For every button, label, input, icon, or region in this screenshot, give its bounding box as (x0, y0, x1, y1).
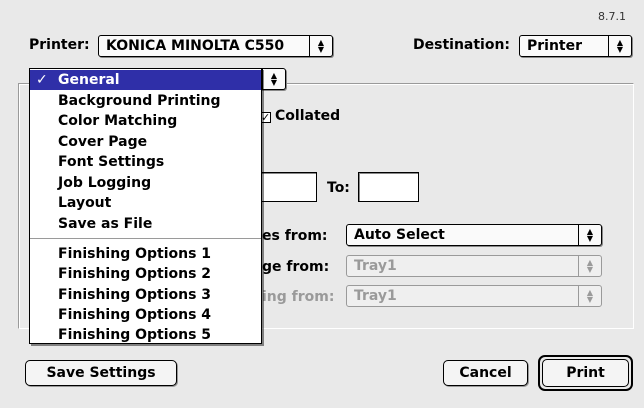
menu-item-cover-page[interactable]: Cover Page (30, 132, 261, 152)
paper-source-popup-2-value: Tray1 (354, 258, 397, 274)
menu-item-save-as-file[interactable]: Save as File (30, 214, 261, 234)
up-down-arrows-icon: ▲ ▼ (262, 69, 285, 89)
paper-source-popup-1-value: Auto Select (354, 227, 445, 243)
up-down-arrows-icon: ▲ ▼ (309, 36, 332, 56)
printer-popup-value: KONICA MINOLTA C550 (106, 38, 285, 54)
menu-item-finishing-options-5[interactable]: Finishing Options 5 (30, 325, 261, 345)
menu-item-finishing-options-4[interactable]: Finishing Options 4 (30, 305, 261, 325)
menu-item-background-printing[interactable]: Background Printing (30, 91, 261, 111)
paper-source-row2-label: ge from: (262, 259, 330, 275)
menu-item-general[interactable]: ✓ General (30, 70, 261, 90)
paper-source-popup-3[interactable]: Tray1 ▲ ▼ (346, 285, 602, 307)
pages-from-field[interactable] (260, 172, 317, 202)
collated-label: Collated (275, 108, 341, 124)
destination-popup[interactable]: Printer ▲ ▼ (519, 35, 632, 57)
menu-item-font-settings[interactable]: Font Settings (30, 152, 261, 172)
up-down-arrows-icon: ▲ ▼ (578, 286, 601, 306)
printer-popup[interactable]: KONICA MINOLTA C550 ▲ ▼ (98, 35, 333, 57)
up-down-arrows-icon: ▲ ▼ (578, 256, 601, 276)
printer-label: Printer: (29, 37, 90, 53)
paper-source-row1-label: es from: (262, 228, 328, 244)
paper-source-row3-label: ing from: (262, 289, 335, 305)
up-down-arrows-icon: ▲ ▼ (608, 36, 631, 56)
up-down-arrows-icon: ▲ ▼ (578, 225, 601, 245)
paper-source-popup-1[interactable]: Auto Select ▲ ▼ (346, 224, 602, 246)
cancel-button[interactable]: Cancel (443, 360, 528, 386)
checkmark-icon: ✓ (36, 72, 48, 88)
print-button-label: Print (542, 359, 629, 387)
menu-item-color-matching[interactable]: Color Matching (30, 111, 261, 131)
print-button[interactable]: Print (538, 355, 633, 391)
panel-menu: ✓ General Background Printing Color Matc… (29, 68, 262, 344)
menu-item-finishing-options-2[interactable]: Finishing Options 2 (30, 264, 261, 284)
pages-to-field[interactable] (358, 172, 419, 202)
destination-label: Destination: (413, 37, 511, 53)
menu-separator (30, 238, 261, 239)
menu-item-label: General (58, 72, 120, 88)
menu-item-finishing-options-1[interactable]: Finishing Options 1 (30, 244, 261, 264)
destination-popup-value: Printer (527, 38, 583, 54)
pages-to-label: To: (327, 180, 350, 196)
menu-item-layout[interactable]: Layout (30, 193, 261, 213)
print-dialog: 8.7.1 Printer: KONICA MINOLTA C550 ▲ ▼ De… (0, 0, 644, 408)
menu-item-finishing-options-3[interactable]: Finishing Options 3 (30, 285, 261, 305)
version-label: 8.7.1 (598, 10, 626, 23)
paper-source-popup-2[interactable]: Tray1 ▲ ▼ (346, 255, 602, 277)
menu-item-job-logging[interactable]: Job Logging (30, 173, 261, 193)
paper-source-popup-3-value: Tray1 (354, 288, 397, 304)
save-settings-button[interactable]: Save Settings (25, 360, 177, 386)
